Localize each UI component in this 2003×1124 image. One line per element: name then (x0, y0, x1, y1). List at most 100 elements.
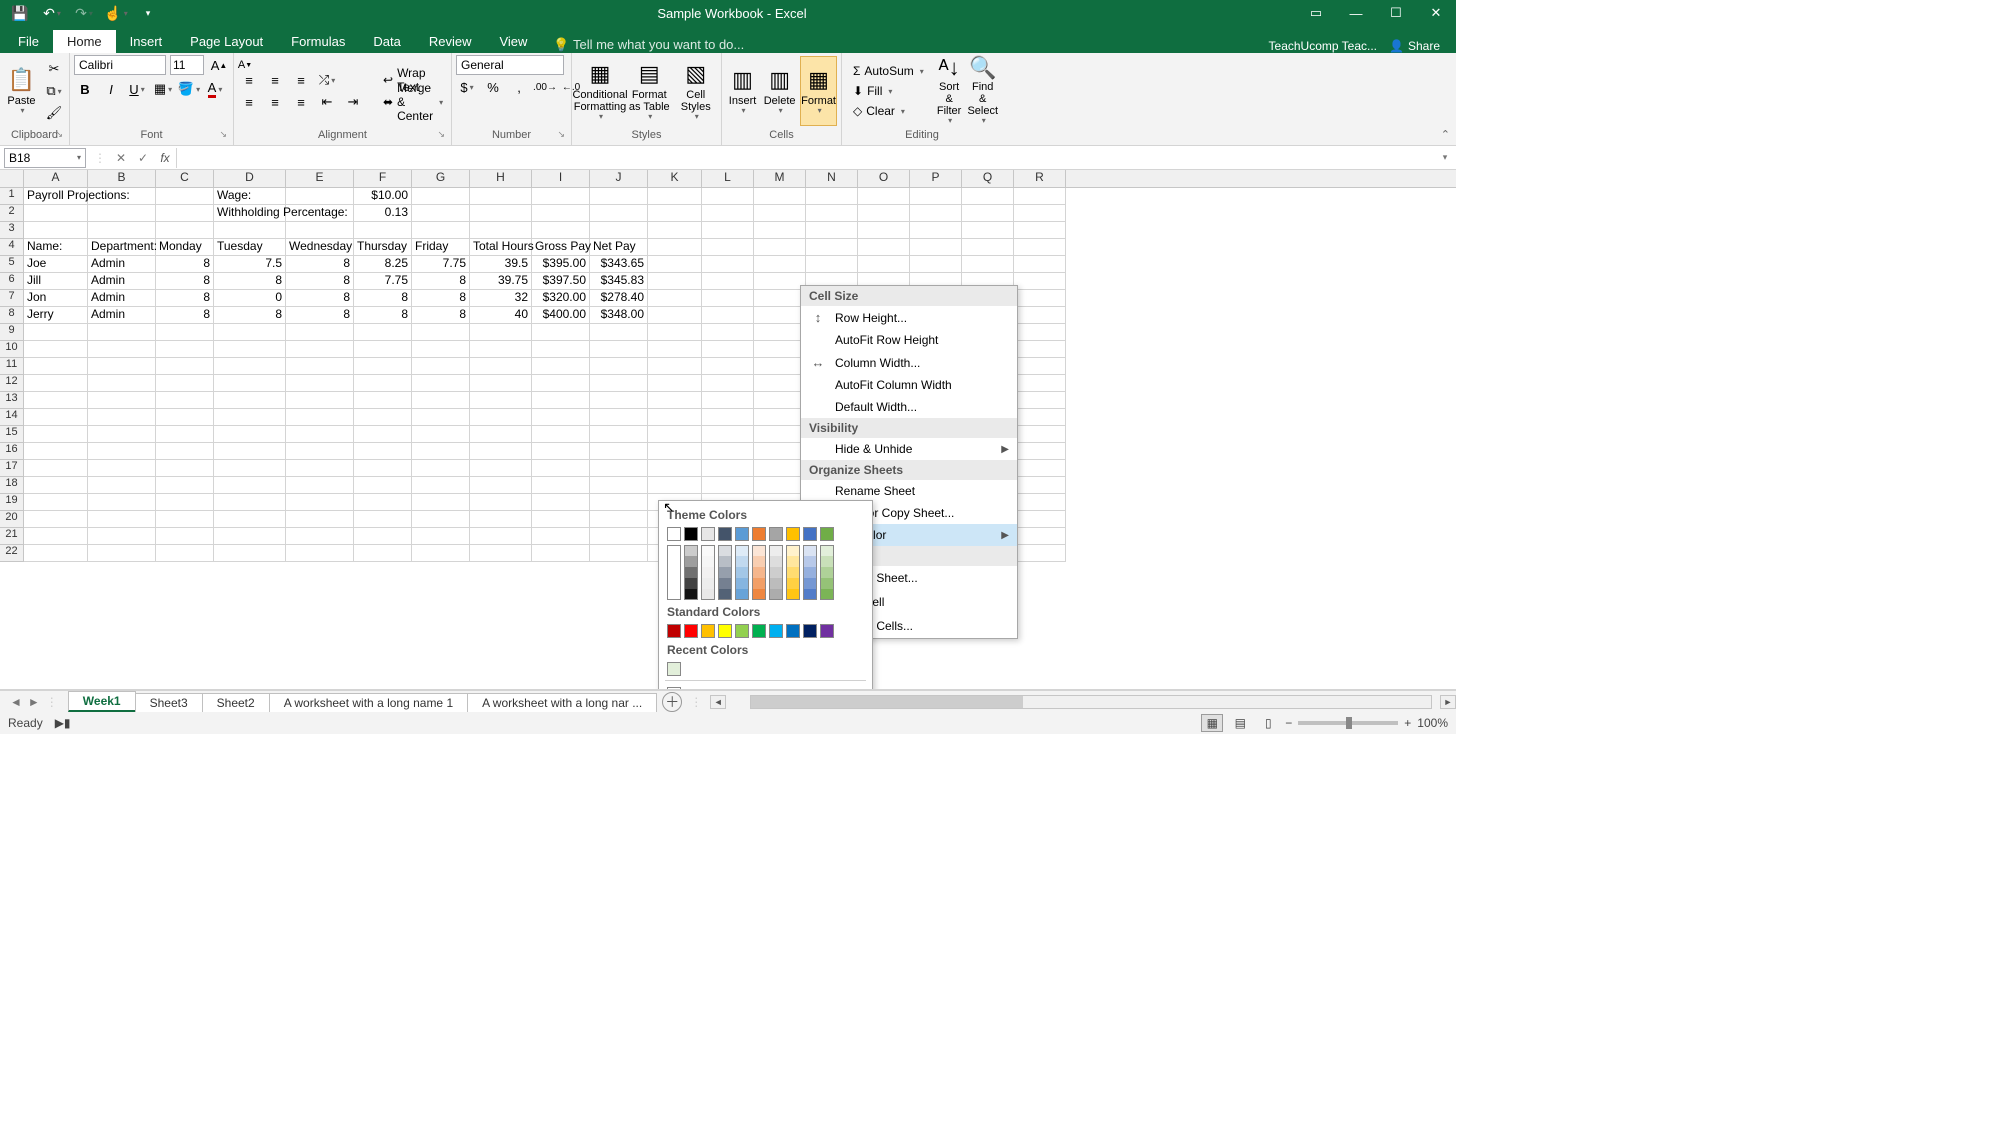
cell[interactable]: $397.50 (532, 273, 590, 290)
cell[interactable] (858, 239, 910, 256)
zoom-level[interactable]: 100% (1417, 716, 1448, 730)
cell[interactable] (286, 528, 354, 545)
cell[interactable]: $345.83 (590, 273, 648, 290)
color-swatch[interactable] (701, 578, 715, 589)
cell[interactable] (910, 256, 962, 273)
dialog-launcher-icon[interactable]: ↘ (219, 129, 227, 140)
col-header-K[interactable]: K (648, 170, 702, 187)
col-header-F[interactable]: F (354, 170, 412, 187)
cell[interactable] (702, 307, 754, 324)
color-swatch[interactable] (735, 567, 749, 578)
cell[interactable] (754, 222, 806, 239)
cell[interactable] (532, 477, 590, 494)
tab-view[interactable]: View (485, 30, 541, 53)
sheet-tab[interactable]: A worksheet with a long name 1 (269, 693, 468, 712)
row-header[interactable]: 8 (0, 307, 24, 324)
cell[interactable] (412, 494, 470, 511)
cell[interactable] (214, 375, 286, 392)
cell[interactable] (214, 426, 286, 443)
row-header[interactable]: 12 (0, 375, 24, 392)
cell[interactable] (962, 188, 1014, 205)
cell[interactable] (590, 222, 648, 239)
cell[interactable] (1014, 460, 1066, 477)
cell[interactable] (88, 392, 156, 409)
cell[interactable]: Payroll Projections: (24, 188, 88, 205)
cell[interactable] (412, 545, 470, 562)
cell[interactable] (590, 477, 648, 494)
cell[interactable] (590, 460, 648, 477)
cell[interactable] (286, 341, 354, 358)
select-all-corner[interactable] (0, 170, 24, 187)
cell[interactable] (88, 324, 156, 341)
cell[interactable] (412, 324, 470, 341)
cell[interactable] (754, 324, 806, 341)
cell[interactable] (1014, 256, 1066, 273)
cell[interactable] (412, 188, 470, 205)
cell[interactable] (412, 409, 470, 426)
cell[interactable] (590, 188, 648, 205)
cell[interactable] (648, 460, 702, 477)
horizontal-scrollbar[interactable] (750, 695, 1432, 709)
cell[interactable] (354, 545, 412, 562)
cell[interactable] (648, 409, 702, 426)
cell[interactable] (702, 256, 754, 273)
row-header[interactable]: 18 (0, 477, 24, 494)
cell[interactable] (470, 341, 532, 358)
col-header-P[interactable]: P (910, 170, 962, 187)
cell[interactable] (412, 222, 470, 239)
cell[interactable] (532, 528, 590, 545)
cell[interactable] (214, 494, 286, 511)
dialog-launcher-icon[interactable]: ↘ (437, 129, 445, 140)
cell[interactable] (648, 375, 702, 392)
cell[interactable] (590, 324, 648, 341)
cell[interactable]: 32 (470, 290, 532, 307)
cell[interactable] (1014, 494, 1066, 511)
cell[interactable] (470, 545, 532, 562)
cell[interactable] (648, 426, 702, 443)
cell[interactable] (412, 392, 470, 409)
cell[interactable] (470, 443, 532, 460)
menu-item-autofit-column-width[interactable]: AutoFit Column Width (801, 374, 1017, 396)
cell[interactable] (590, 426, 648, 443)
cell[interactable] (412, 205, 470, 222)
underline-button[interactable]: U▾ (126, 79, 148, 99)
cell[interactable] (88, 188, 156, 205)
cell[interactable] (702, 188, 754, 205)
cell[interactable] (806, 256, 858, 273)
cell[interactable] (590, 409, 648, 426)
cell[interactable] (910, 188, 962, 205)
cell[interactable] (590, 341, 648, 358)
cell[interactable] (286, 545, 354, 562)
cell[interactable]: Jon (24, 290, 88, 307)
cell[interactable] (88, 341, 156, 358)
align-top-icon[interactable]: ≡ (238, 70, 260, 90)
cell[interactable] (702, 477, 754, 494)
col-header-Q[interactable]: Q (962, 170, 1014, 187)
cell[interactable] (156, 205, 214, 222)
percent-icon[interactable]: % (482, 77, 504, 97)
menu-item-autofit-row-height[interactable]: AutoFit Row Height (801, 329, 1017, 351)
sort-filter-button[interactable]: ᴬ↓Sort & Filter▾ (935, 56, 964, 126)
cell[interactable] (754, 409, 806, 426)
color-swatch[interactable] (718, 578, 732, 589)
enter-formula-icon[interactable]: ✓ (132, 148, 154, 168)
cell[interactable] (214, 222, 286, 239)
cell[interactable]: Admin (88, 307, 156, 324)
color-swatch[interactable] (820, 567, 834, 578)
cell[interactable] (532, 341, 590, 358)
cell[interactable] (1014, 443, 1066, 460)
color-swatch[interactable] (752, 624, 766, 638)
color-swatch[interactable] (786, 545, 800, 556)
cell[interactable] (24, 409, 88, 426)
color-swatch[interactable] (786, 578, 800, 589)
cell[interactable] (754, 426, 806, 443)
color-swatch[interactable] (684, 527, 698, 541)
col-header-B[interactable]: B (88, 170, 156, 187)
cell[interactable] (1014, 222, 1066, 239)
autosum-button[interactable]: Σ AutoSum▾ (846, 61, 931, 81)
color-swatch[interactable] (786, 527, 800, 541)
cell[interactable]: $400.00 (532, 307, 590, 324)
qat-customize-icon[interactable]: ▾ (138, 3, 158, 23)
tab-formulas[interactable]: Formulas (277, 30, 359, 53)
menu-item-row-height[interactable]: ↕Row Height... (801, 306, 1017, 329)
